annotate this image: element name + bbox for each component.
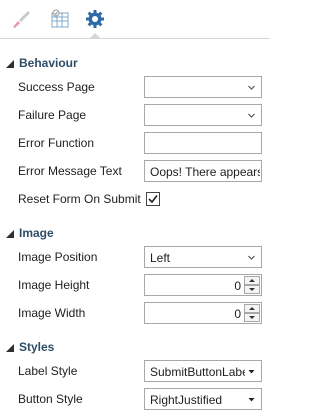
paintbrush-icon <box>13 11 30 28</box>
chevron-down-icon <box>249 316 255 319</box>
chevron-up-icon <box>249 307 255 310</box>
reset-form-label: Reset Form On Submit <box>18 192 141 206</box>
image-width-label: Image Width <box>18 306 86 320</box>
collapse-triangle-icon <box>6 60 14 68</box>
section-title: Image <box>19 226 54 240</box>
reset-form-checkbox[interactable] <box>146 192 160 206</box>
chevron-down-icon <box>248 255 255 260</box>
success-page-combo[interactable] <box>144 76 262 98</box>
decrement-button[interactable] <box>244 285 260 294</box>
image-width-spinner[interactable]: 0 <box>144 302 262 324</box>
increment-button[interactable] <box>244 304 260 313</box>
chevron-down-icon <box>248 113 255 118</box>
button-style-combo[interactable]: RightJustified <box>144 388 262 410</box>
image-position-combo[interactable]: Left <box>144 246 262 268</box>
spinner-arrows <box>244 304 260 322</box>
label-style-value: SubmitButtonLabel <box>150 365 245 379</box>
dropdown-arrow-icon <box>248 370 255 374</box>
section-title: Styles <box>19 340 55 354</box>
error-function-input[interactable] <box>144 132 262 154</box>
image-height-spinner[interactable]: 0 <box>144 274 262 296</box>
button-style-value: RightJustified <box>150 393 223 407</box>
section-behaviour-header[interactable]: Behaviour <box>6 56 78 70</box>
dropdown-arrow-icon <box>248 398 255 402</box>
collapse-triangle-icon <box>6 344 14 352</box>
tab-brush[interactable] <box>6 5 36 33</box>
image-position-value: Left <box>150 251 171 265</box>
image-position-label: Image Position <box>18 250 98 264</box>
tab-settings[interactable] <box>80 5 110 39</box>
section-title: Behaviour <box>19 56 78 70</box>
chevron-up-icon <box>249 279 255 282</box>
image-width-value: 0 <box>234 307 241 321</box>
tab-bar <box>0 0 270 39</box>
label-style-label: Label Style <box>18 364 78 378</box>
error-message-text-value: Oops! There appears to <box>150 165 260 179</box>
spinner-arrows <box>244 276 260 294</box>
error-message-text-input[interactable]: Oops! There appears to <box>144 160 262 182</box>
error-function-label: Error Function <box>18 136 95 150</box>
collapse-triangle-icon <box>6 230 14 238</box>
form-grid-icon <box>51 9 69 28</box>
section-styles-header[interactable]: Styles <box>6 340 54 354</box>
label-style-combo[interactable]: SubmitButtonLabel <box>144 360 262 382</box>
error-message-text-label: Error Message Text <box>18 164 122 178</box>
gear-icon <box>86 10 104 28</box>
failure-page-combo[interactable] <box>144 104 262 126</box>
failure-page-label: Failure Page <box>18 108 87 122</box>
decrement-button[interactable] <box>244 313 260 322</box>
image-height-label: Image Height <box>18 278 90 292</box>
button-style-label: Button Style <box>18 392 83 406</box>
increment-button[interactable] <box>244 276 260 285</box>
chevron-down-icon <box>249 288 255 291</box>
tab-form[interactable] <box>45 5 75 33</box>
chevron-down-icon <box>248 85 255 90</box>
section-image-header[interactable]: Image <box>6 226 54 240</box>
checkmark-icon <box>148 195 158 204</box>
image-height-value: 0 <box>234 279 241 293</box>
success-page-label: Success Page <box>18 80 95 94</box>
